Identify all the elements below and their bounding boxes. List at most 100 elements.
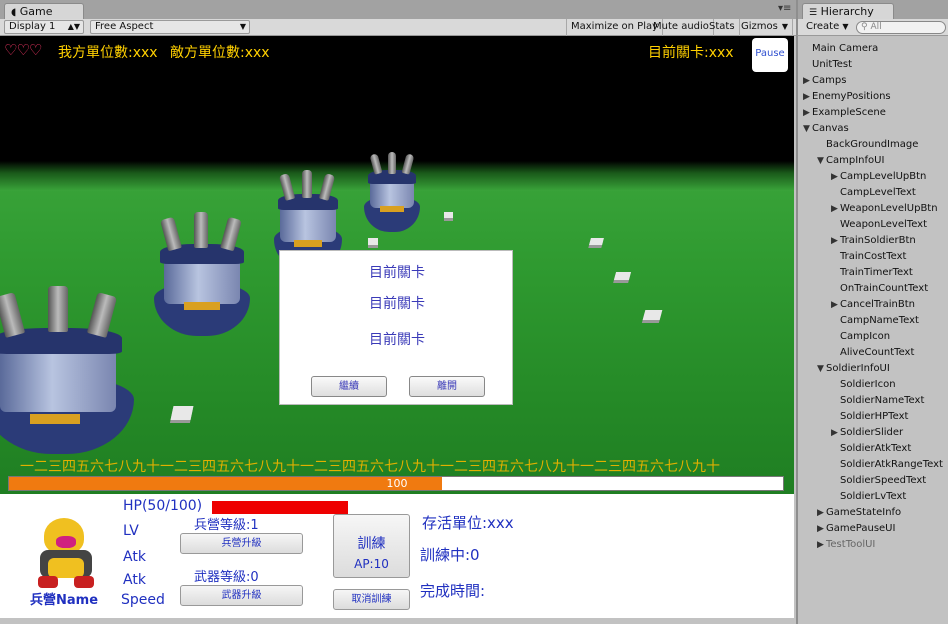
expanded-arrow-icon[interactable]: ▼: [817, 153, 824, 169]
hierarchy-item[interactable]: ▶ Camps: [803, 73, 846, 89]
enemy-cube: [613, 272, 632, 280]
hierarchy-item[interactable]: SoldierLvText: [840, 489, 906, 505]
tower: [150, 212, 254, 336]
soldier-icon: [30, 514, 102, 590]
hierarchy-item-label: GamePauseUI: [826, 523, 896, 534]
expanded-arrow-icon[interactable]: ▼: [803, 121, 810, 137]
collapsed-arrow-icon[interactable]: ▶: [817, 521, 824, 537]
hierarchy-item[interactable]: ▶ CampLevelUpBtn: [831, 169, 926, 185]
collapsed-arrow-icon[interactable]: ▶: [831, 297, 838, 313]
enemy-cube: [170, 406, 194, 420]
hierarchy-item[interactable]: ▶ GamePauseUI: [817, 521, 896, 537]
hierarchy-item[interactable]: SoldierIcon: [840, 377, 896, 393]
display-dropdown-label: Display 1: [9, 21, 56, 32]
collapsed-arrow-icon[interactable]: ▶: [817, 537, 824, 553]
stats-toggle[interactable]: Stats: [705, 19, 740, 36]
hierarchy-search-input[interactable]: ⚲ All: [856, 21, 946, 34]
create-dropdown[interactable]: Create ▼: [802, 19, 853, 36]
hierarchy-item[interactable]: ▼ Canvas: [803, 121, 849, 137]
enemy-units-text: 敵方單位數:xxx: [170, 45, 270, 61]
hierarchy-item[interactable]: SoldierAtkText: [840, 441, 911, 457]
progress-bar-label: 100: [386, 477, 408, 490]
continue-button[interactable]: 繼續: [311, 376, 387, 397]
hierarchy-toolbar: Create ▼ ⚲ All: [796, 19, 948, 36]
hierarchy-item-label: EnemyPositions: [812, 91, 891, 102]
hierarchy-item-label: BackGroundImage: [826, 139, 919, 150]
hierarchy-item-label: GameStateInfo: [826, 507, 902, 518]
hierarchy-item[interactable]: SoldierAtkRangeText: [840, 457, 943, 473]
collapsed-arrow-icon[interactable]: ▶: [803, 73, 810, 89]
hierarchy-item[interactable]: ▼ SoldierInfoUI: [817, 361, 890, 377]
collapsed-arrow-icon[interactable]: ▶: [803, 89, 810, 105]
soldier-atk-range-text: Atk: [123, 572, 146, 588]
aspect-dropdown[interactable]: Free Aspect ▼: [90, 20, 250, 34]
hierarchy-item[interactable]: SoldierHPText: [840, 409, 908, 425]
hierarchy-item[interactable]: CampIcon: [840, 329, 890, 345]
hierarchy-tab-bar: ☰ Hierarchy: [796, 0, 948, 20]
collapsed-arrow-icon[interactable]: ▶: [803, 105, 810, 121]
collapsed-arrow-icon[interactable]: ▶: [831, 201, 838, 217]
current-level-text: 目前關卡:xxx: [648, 45, 734, 61]
hierarchy-item-label: UnitTest: [812, 59, 853, 70]
hierarchy-item[interactable]: SoldierSpeedText: [840, 473, 926, 489]
game-tab-label: Game: [19, 5, 53, 18]
collapsed-arrow-icon[interactable]: ▶: [831, 233, 838, 249]
hierarchy-item-label: SoldierInfoUI: [826, 363, 890, 374]
hierarchy-item[interactable]: AliveCountText: [840, 345, 914, 361]
leave-button[interactable]: 離開: [409, 376, 485, 397]
hierarchy-item-label: Canvas: [812, 123, 849, 134]
weapon-levelup-button[interactable]: 武器升級: [180, 585, 303, 606]
collapsed-arrow-icon[interactable]: ▶: [831, 425, 838, 441]
hierarchy-item-label: ExampleScene: [812, 107, 886, 118]
gizmos-dropdown[interactable]: Gizmos ▼: [737, 19, 793, 36]
game-tab[interactable]: ◖ Game: [4, 3, 84, 20]
hierarchy-item[interactable]: TrainTimerText: [840, 265, 913, 281]
dropdown-arrow-icon: ▼: [781, 22, 788, 31]
search-placeholder: All: [870, 22, 882, 32]
hierarchy-item-label: CampIcon: [840, 331, 891, 342]
hierarchy-item[interactable]: SoldierNameText: [840, 393, 924, 409]
tab-menu-icon[interactable]: ▾≡: [778, 3, 791, 14]
train-soldier-button[interactable]: 訓練 AP:10: [333, 514, 410, 578]
hierarchy-item[interactable]: ▶ EnemyPositions: [803, 89, 891, 105]
hierarchy-item[interactable]: ▶ SoldierSlider: [831, 425, 903, 441]
hierarchy-item[interactable]: ▶ ExampleScene: [803, 105, 886, 121]
camp-levelup-button[interactable]: 兵營升級: [180, 533, 303, 554]
hierarchy-item[interactable]: UnitTest: [812, 57, 852, 73]
dropdown-arrow-icon: ▼: [239, 22, 246, 31]
soldier-hp-fill: [212, 501, 348, 514]
train-cost-text: AP:10: [354, 557, 389, 571]
hierarchy-item[interactable]: Main Camera: [812, 41, 878, 57]
hierarchy-item[interactable]: ▼ CampInfoUI: [817, 153, 884, 169]
hierarchy-item[interactable]: CampNameText: [840, 313, 919, 329]
hierarchy-item[interactable]: ▶ TrainSoldierBtn: [831, 233, 916, 249]
hierarchy-item[interactable]: CampLevelText: [840, 185, 916, 201]
expanded-arrow-icon[interactable]: ▼: [817, 361, 824, 377]
hierarchy-tab[interactable]: ☰ Hierarchy: [802, 3, 894, 20]
dialog-line: 目前關卡: [369, 296, 425, 312]
soldier-hp-text: HP(50/100): [123, 498, 203, 514]
collapsed-arrow-icon[interactable]: ▶: [817, 505, 824, 521]
cancel-train-button[interactable]: 取消訓練: [333, 589, 410, 610]
hierarchy-item[interactable]: ▶ GameStateInfo: [817, 505, 902, 521]
display-dropdown[interactable]: Display 1 ▲▼: [4, 20, 84, 34]
progress-bar: 100: [8, 476, 784, 491]
hierarchy-item[interactable]: WeaponLevelText: [840, 217, 927, 233]
search-icon: ⚲: [861, 22, 868, 32]
hierarchy-item-label: OnTrainCountText: [840, 283, 929, 294]
hierarchy-item[interactable]: TrainCostText: [840, 249, 906, 265]
hierarchy-item[interactable]: OnTrainCountText: [840, 281, 928, 297]
hierarchy-item[interactable]: ▶ CancelTrainBtn: [831, 297, 915, 313]
hierarchy-item[interactable]: ▶ WeaponLevelUpBtn: [831, 201, 938, 217]
enemy-cube: [589, 238, 604, 245]
hierarchy-item[interactable]: ▶ TestToolUI: [817, 537, 875, 553]
hierarchy-item-label: SoldierAtkRangeText: [840, 459, 943, 470]
hierarchy-item-label: SoldierNameText: [840, 395, 925, 406]
hierarchy-tree: Main Camera UnitTest ▶ Camps ▶ EnemyPositions…: [796, 36, 948, 624]
camp-info-panel: 兵營Name HP(50/100) LV Atk Atk Speed 兵營等級:…: [0, 494, 794, 618]
collapsed-arrow-icon[interactable]: ▶: [831, 169, 838, 185]
hierarchy-item-label: TrainSoldierBtn: [840, 235, 916, 246]
pause-button[interactable]: Pause: [752, 38, 788, 72]
hierarchy-item[interactable]: BackGroundImage: [826, 137, 918, 153]
weapon-level-text: 武器等級:0: [194, 570, 259, 585]
